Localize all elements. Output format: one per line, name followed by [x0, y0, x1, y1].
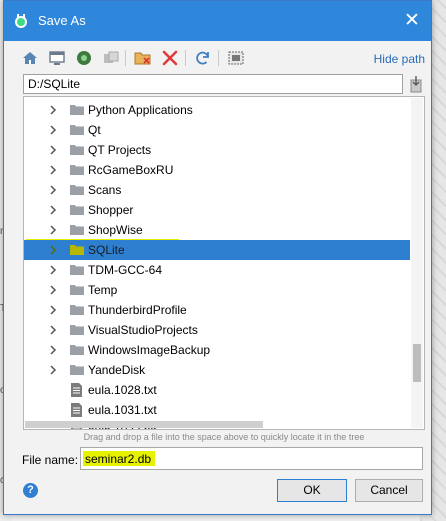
tree-folder-row[interactable]: YandeDisk: [24, 360, 410, 380]
tree-item-label: YandeDisk: [88, 363, 146, 377]
tree-item-label: ShopWise: [88, 223, 143, 237]
tree-item-label: Python Applications: [88, 103, 193, 117]
tree-item-label: SQLite: [88, 243, 125, 257]
help-icon[interactable]: ?: [23, 483, 38, 498]
tree-file-row[interactable]: eula.1028.txt: [24, 380, 410, 400]
cancel-button[interactable]: Cancel: [355, 479, 423, 502]
chevron-right-icon[interactable]: [48, 325, 58, 335]
toolbar-separator: [218, 50, 219, 66]
tree-item-label: TDM-GCC-64: [88, 263, 162, 277]
horizontal-scrollbar[interactable]: [25, 421, 263, 428]
folder-icon: [70, 284, 84, 295]
folder-icon: [70, 144, 84, 155]
ok-button[interactable]: OK: [277, 479, 347, 502]
home-icon[interactable]: [21, 49, 39, 67]
chevron-right-icon[interactable]: [48, 205, 58, 215]
tree-item-label: eula.1028.txt: [88, 383, 157, 397]
close-icon[interactable]: ✕: [401, 10, 423, 32]
folder-icon: [70, 184, 84, 195]
chevron-right-icon[interactable]: [48, 105, 58, 115]
path-history-icon[interactable]: [408, 75, 424, 93]
tree-folder-row[interactable]: QT Projects: [24, 140, 410, 160]
show-hidden-icon[interactable]: [227, 49, 245, 67]
tree-item-label: Temp: [88, 283, 118, 297]
desktop-icon[interactable]: [48, 49, 66, 67]
path-field[interactable]: D:/SQLite: [23, 74, 403, 94]
toolbar-separator: [125, 50, 126, 66]
text-file-icon: [71, 403, 82, 417]
tree-folder-row[interactable]: WindowsImageBackup: [24, 340, 410, 360]
tree-folder-row[interactable]: Shopper: [24, 200, 410, 220]
tree-item-label: RcGameBoxRU: [88, 163, 174, 177]
tree-folder-row[interactable]: SQLite: [24, 240, 410, 260]
tree-folder-row[interactable]: ShopWise: [24, 220, 410, 240]
drag-drop-hint: Drag and drop a file into the space abov…: [83, 432, 365, 442]
chevron-right-icon[interactable]: [48, 185, 58, 195]
tree-folder-row[interactable]: ThunderbirdProfile: [24, 300, 410, 320]
folder-icon: [70, 344, 84, 355]
delete-icon[interactable]: [161, 49, 179, 67]
chevron-right-icon[interactable]: [48, 265, 58, 275]
tree-folder-row[interactable]: VisualStudioProjects: [24, 320, 410, 340]
folder-icon: [70, 264, 84, 275]
folder-icon: [70, 164, 84, 175]
toolbar-separator: [185, 50, 186, 66]
folder-icon: [70, 364, 84, 375]
file-name-label: File name:: [22, 453, 79, 467]
chevron-right-icon[interactable]: [48, 165, 58, 175]
chevron-right-icon[interactable]: [48, 285, 58, 295]
chevron-right-icon[interactable]: [48, 225, 58, 235]
file-name-value: seminar2.db: [85, 452, 152, 466]
chevron-right-icon[interactable]: [48, 245, 58, 255]
chevron-right-icon[interactable]: [48, 365, 58, 375]
android-studio-icon: [13, 13, 29, 29]
tree-item-label: Scans: [88, 183, 122, 197]
tree-item-label: ThunderbirdProfile: [88, 303, 187, 317]
folder-icon: [70, 324, 84, 335]
tree-item-label: VisualStudioProjects: [88, 323, 198, 337]
project-icon[interactable]: [75, 49, 93, 67]
folder-icon: [70, 104, 84, 115]
tree-folder-row[interactable]: Scans: [24, 180, 410, 200]
toolbar: Hide path: [21, 47, 425, 71]
tree-item-label: Qt: [88, 123, 101, 137]
module-icon[interactable]: [102, 49, 120, 67]
title-bar: Save As ✕: [4, 1, 431, 41]
vertical-scrollbar-thumb[interactable]: [413, 344, 421, 382]
chevron-right-icon[interactable]: [48, 145, 58, 155]
tree-folder-row[interactable]: Python Applications: [24, 100, 410, 120]
folder-icon: [70, 304, 84, 315]
folder-icon: [70, 224, 84, 235]
hide-path-link[interactable]: Hide path: [374, 52, 425, 66]
folder-icon: [70, 244, 84, 255]
tree-item-label: eula.1031.txt: [88, 403, 157, 417]
new-folder-icon[interactable]: [134, 49, 152, 67]
tree-item-label: Shopper: [88, 203, 134, 217]
save-as-dialog: Save As ✕ Hide path D:/SQLite Python App…: [3, 0, 432, 515]
file-name-input[interactable]: seminar2.db: [80, 447, 423, 470]
folder-icon: [70, 124, 84, 135]
tree-folder-row[interactable]: TDM-GCC-64: [24, 260, 410, 280]
vertical-scrollbar[interactable]: [411, 98, 423, 428]
chevron-right-icon[interactable]: [48, 345, 58, 355]
dialog-title: Save As: [38, 13, 86, 28]
tree-item-label: QT Projects: [88, 143, 152, 157]
tree-folder-row[interactable]: RcGameBoxRU: [24, 160, 410, 180]
tree-folder-row[interactable]: Temp: [24, 280, 410, 300]
refresh-icon[interactable]: [194, 49, 212, 67]
text-file-icon: [71, 383, 82, 397]
tree-item-label: WindowsImageBackup: [88, 343, 211, 357]
tree-file-row[interactable]: eula.1031.txt: [24, 400, 410, 420]
file-tree: Python Applications Qt QT Projects RcGameBo…: [23, 96, 425, 430]
chevron-right-icon[interactable]: [48, 305, 58, 315]
tree-folder-row[interactable]: Qt: [24, 120, 410, 140]
chevron-right-icon[interactable]: [48, 125, 58, 135]
folder-icon: [70, 204, 84, 215]
